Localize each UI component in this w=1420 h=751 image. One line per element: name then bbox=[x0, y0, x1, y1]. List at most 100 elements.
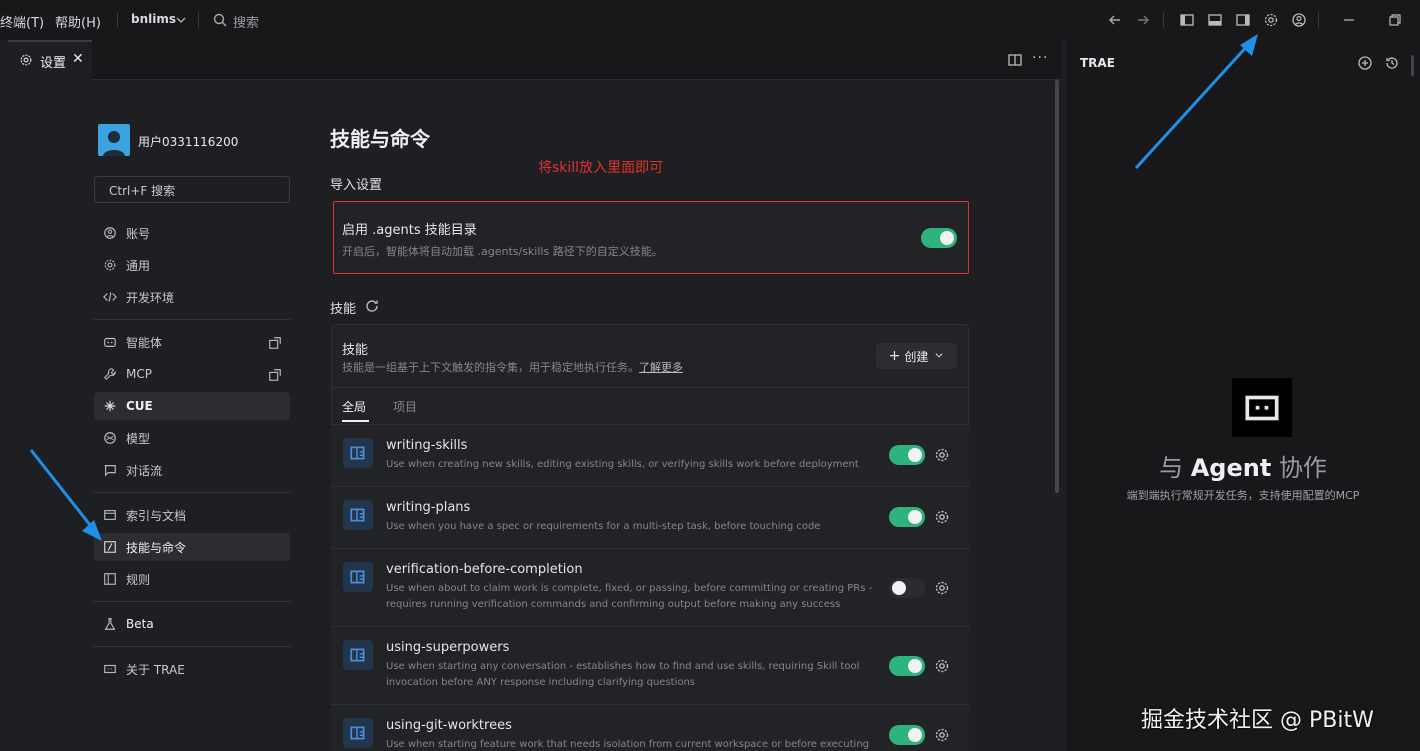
scrollbar[interactable] bbox=[1055, 80, 1059, 493]
sidebar-item-label: Beta bbox=[126, 617, 154, 631]
refresh-icon[interactable] bbox=[364, 298, 380, 314]
sidebar-item-label: 通用 bbox=[126, 258, 151, 273]
account-icon[interactable] bbox=[1290, 11, 1308, 29]
minimize-icon[interactable] bbox=[1340, 11, 1358, 29]
sidebar-item-dev-env[interactable]: 开发环境 bbox=[94, 283, 290, 311]
model-icon bbox=[102, 430, 118, 446]
gear-icon[interactable] bbox=[934, 447, 950, 463]
flask-icon bbox=[102, 616, 118, 632]
sidebar-item-cue[interactable]: CUE bbox=[94, 392, 290, 420]
document-icon bbox=[102, 507, 118, 523]
agent-heading: 与 Agent 协作 bbox=[1066, 448, 1420, 483]
divider bbox=[331, 387, 969, 388]
sidebar-item-index-docs[interactable]: 索引与文档 bbox=[94, 501, 290, 529]
slash-command-icon bbox=[102, 539, 118, 555]
sidebar-item-label: 技能与命令 bbox=[126, 540, 187, 555]
wrench-icon bbox=[102, 366, 118, 382]
toggle-right-panel-icon[interactable] bbox=[1234, 11, 1252, 29]
active-tab-indicator bbox=[342, 420, 369, 422]
tab-global[interactable]: 全局 bbox=[342, 398, 366, 415]
gear-icon[interactable] bbox=[934, 580, 950, 596]
search-input[interactable]: 搜索 bbox=[233, 12, 259, 31]
sidebar-item-label: 开发环境 bbox=[126, 290, 175, 305]
panel-title: TRAE bbox=[1080, 56, 1115, 70]
arrow-left-icon[interactable] bbox=[1106, 11, 1124, 29]
skill-name: writing-plans bbox=[386, 500, 471, 515]
cue-icon bbox=[102, 398, 118, 414]
agents-dir-toggle[interactable] bbox=[921, 228, 957, 248]
sidebar-item-mcp[interactable]: MCP bbox=[94, 360, 290, 388]
arrow-right-icon[interactable] bbox=[1134, 11, 1152, 29]
sidebar-item-agents[interactable]: 智能体 bbox=[94, 328, 290, 356]
gear-icon bbox=[19, 52, 33, 66]
sidebar-item-label: 索引与文档 bbox=[126, 508, 187, 523]
sidebar-item-chat-flow[interactable]: 对话流 bbox=[94, 456, 290, 484]
trae-logo bbox=[1232, 378, 1292, 437]
divider bbox=[117, 12, 118, 28]
sidebar-item-about[interactable]: 关于 TRAE bbox=[94, 655, 290, 683]
restore-icon[interactable] bbox=[1386, 11, 1404, 29]
skill-book-icon bbox=[343, 438, 373, 468]
skill-name: using-superpowers bbox=[386, 640, 510, 655]
sidebar-item-label: 规则 bbox=[126, 572, 151, 587]
toggle-left-panel-icon[interactable] bbox=[1178, 11, 1196, 29]
chevron-down-icon[interactable] bbox=[172, 11, 190, 29]
new-chat-icon[interactable] bbox=[1357, 55, 1373, 71]
gear-icon[interactable] bbox=[934, 658, 950, 674]
sidebar-item-label: 智能体 bbox=[126, 335, 163, 350]
skill-description: Use when you have a spec or requirements… bbox=[386, 521, 821, 532]
search-icon[interactable] bbox=[211, 11, 229, 29]
skill-book-icon bbox=[343, 500, 373, 530]
external-link-icon[interactable] bbox=[268, 367, 282, 381]
heading-prefix: 与 bbox=[1159, 454, 1184, 482]
skill-toggle[interactable] bbox=[889, 725, 925, 745]
gear-icon[interactable] bbox=[934, 509, 950, 525]
chat-icon bbox=[102, 462, 118, 478]
skill-name: writing-skills bbox=[386, 438, 468, 453]
sidebar-item-rules[interactable]: 规则 bbox=[94, 565, 290, 593]
settings-search-input[interactable]: Ctrl+F 搜索 bbox=[94, 176, 290, 203]
divider bbox=[1318, 12, 1319, 28]
rules-icon bbox=[102, 571, 118, 587]
skill-toggle[interactable] bbox=[889, 578, 925, 598]
sidebar-item-general[interactable]: 通用 bbox=[94, 251, 290, 279]
tab-project[interactable]: 项目 bbox=[393, 398, 417, 415]
skill-toggle[interactable] bbox=[889, 445, 925, 465]
section-import-settings: 导入设置 bbox=[330, 178, 383, 193]
split-editor-icon[interactable] bbox=[1007, 52, 1023, 68]
tab-label: 设置 bbox=[40, 56, 67, 71]
gear-icon[interactable] bbox=[934, 727, 950, 743]
menu-terminal[interactable]: 终端(T) bbox=[0, 12, 44, 31]
user-name: 用户0331116200 bbox=[138, 135, 239, 149]
skill-description: Use when about to claim work is complete… bbox=[386, 583, 873, 610]
sidebar-item-label: MCP bbox=[126, 367, 152, 381]
page-title: 技能与命令 bbox=[330, 127, 430, 151]
settings-gear-icon[interactable] bbox=[1262, 11, 1280, 29]
more-options-icon[interactable]: ··· bbox=[1032, 50, 1048, 66]
heading-suffix: 协作 bbox=[1278, 454, 1327, 482]
sidebar-item-label: 关于 TRAE bbox=[126, 662, 185, 677]
workspace-name[interactable]: bnlims bbox=[131, 12, 176, 26]
skill-toggle[interactable] bbox=[889, 656, 925, 676]
external-link-icon[interactable] bbox=[268, 335, 282, 349]
sidebar-item-account[interactable]: 账号 bbox=[94, 219, 290, 247]
skills-panel-title: 技能 bbox=[342, 343, 369, 358]
create-skill-button[interactable]: + 创建 bbox=[876, 343, 957, 369]
annotation-text: 将skill放入里面即可 bbox=[538, 160, 664, 176]
skill-toggle[interactable] bbox=[889, 507, 925, 527]
close-icon[interactable]: ✕ bbox=[72, 51, 84, 67]
history-icon[interactable] bbox=[1384, 55, 1400, 71]
agents-dir-desc: 开启后，智能体将自动加载 .agents/skills 路径下的自定义技能。 bbox=[342, 245, 663, 258]
sidebar-item-skills-commands[interactable]: 技能与命令 bbox=[94, 533, 290, 561]
learn-more-link[interactable]: 了解更多 bbox=[639, 361, 683, 374]
skill-description: Use when starting any conversation - est… bbox=[386, 661, 860, 688]
sidebar-item-beta[interactable]: Beta bbox=[94, 610, 290, 638]
skills-panel-desc: 技能是一组基于上下文触发的指令集，用于稳定地执行任务。了解更多 bbox=[342, 359, 683, 375]
user-circle-icon bbox=[102, 225, 118, 241]
skill-row bbox=[331, 486, 969, 548]
menu-help[interactable]: 帮助(H) bbox=[55, 12, 101, 31]
toggle-bottom-panel-icon[interactable] bbox=[1206, 11, 1224, 29]
scrollbar[interactable] bbox=[1411, 55, 1414, 76]
sidebar-item-model[interactable]: 模型 bbox=[94, 424, 290, 452]
gear-icon bbox=[102, 257, 118, 273]
